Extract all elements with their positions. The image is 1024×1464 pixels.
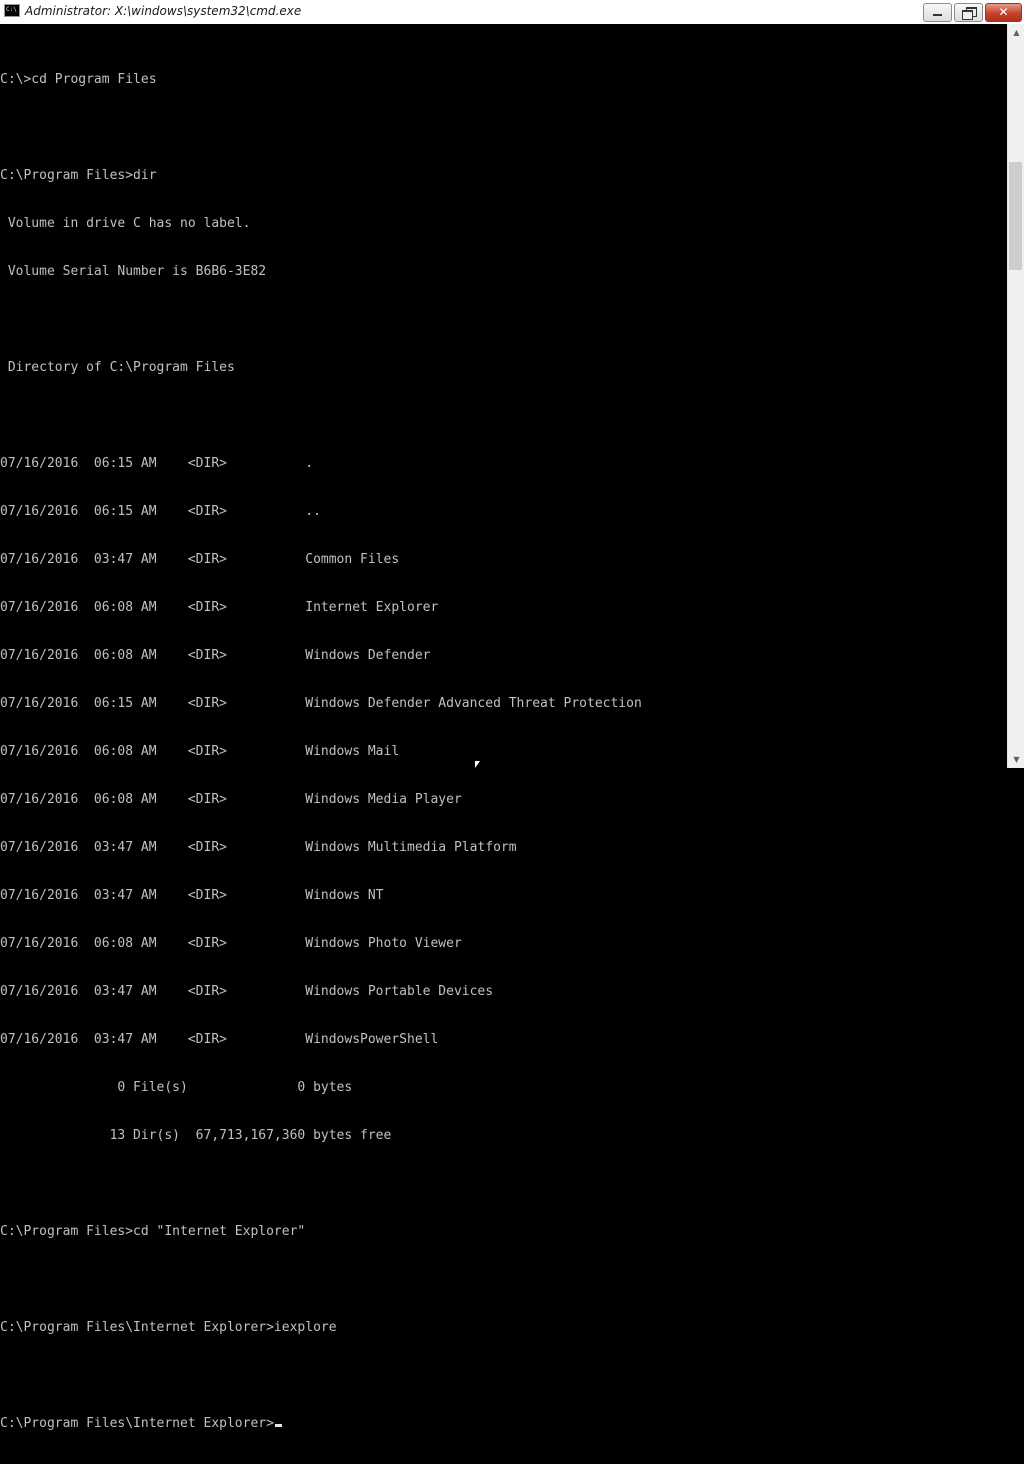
scroll-thumb[interactable] [1009,162,1022,270]
scroll-up-arrow-icon[interactable]: ▲ [1008,24,1024,41]
prompt-line[interactable]: C:\Program Files\Internet Explorer> [0,1416,642,1432]
scroll-down-arrow-icon[interactable]: ▼ [1008,751,1024,768]
dir-summary: 13 Dir(s) 67,713,167,360 bytes free [0,1128,392,1143]
cmd-icon: C:\ [4,4,20,17]
dir-entry: 07/16/2016 03:47 AM <DIR> Common Files [0,552,400,567]
close-button[interactable]: ✕ [985,3,1022,22]
dir-entry: 07/16/2016 06:15 AM <DIR> .. [0,504,321,519]
console-line: C:\Program Files\Internet Explorer>iexpl… [0,1320,337,1335]
dir-entry: 07/16/2016 06:15 AM <DIR> . [0,456,314,471]
dir-entry: 07/16/2016 03:47 AM <DIR> Windows Portab… [0,984,494,999]
dir-entry: 07/16/2016 06:08 AM <DIR> Internet Explo… [0,600,439,615]
console-line: C:\Program Files>cd "Internet Explorer" [0,1224,306,1239]
cmd-icon-text: C:\ [6,6,17,13]
restore-icon [962,10,973,20]
dir-entry: 07/16/2016 06:08 AM <DIR> Windows Defend… [0,648,431,663]
dir-entry: 07/16/2016 03:47 AM <DIR> Windows Multim… [0,840,517,855]
minimize-icon [933,14,942,16]
window-title: Administrator: X:\windows\system32\cmd.e… [25,4,302,18]
vertical-scrollbar[interactable]: ▲ ▼ [1007,24,1024,768]
dir-entry: 07/16/2016 03:47 AM <DIR> Windows NT [0,888,384,903]
mouse-pointer-icon [475,761,480,768]
maximize-button[interactable] [954,3,983,22]
dir-entry: 07/16/2016 03:47 AM <DIR> WindowsPowerSh… [0,1032,439,1047]
console-line: C:\Program Files>dir [0,168,157,183]
console-line: Volume Serial Number is B6B6-3E82 [0,264,267,279]
console-line: Directory of C:\Program Files [0,360,235,375]
dir-summary: 0 File(s) 0 bytes [0,1080,353,1095]
prompt: C:\Program Files\Internet Explorer> [0,1416,274,1431]
minimize-button[interactable] [923,3,952,22]
console-line: Volume in drive C has no label. [0,216,251,231]
title-bar[interactable]: C:\ Administrator: X:\windows\system32\c… [0,0,1024,25]
console-output[interactable]: C:\>cd Program Files C:\Program Files>di… [0,24,1007,1431]
dir-entry: 07/16/2016 06:08 AM <DIR> Windows Photo … [0,936,462,951]
dir-entry: 07/16/2016 06:08 AM <DIR> Windows Mail [0,744,400,759]
text-cursor [274,1424,282,1427]
dir-entry: 07/16/2016 06:08 AM <DIR> Windows Media … [0,792,462,807]
console-lines: C:\>cd Program Files C:\Program Files>di… [0,40,642,1464]
console-line: C:\>cd Program Files [0,72,157,87]
close-icon: ✕ [998,5,1009,19]
dir-entry: 07/16/2016 06:15 AM <DIR> Windows Defend… [0,696,642,711]
